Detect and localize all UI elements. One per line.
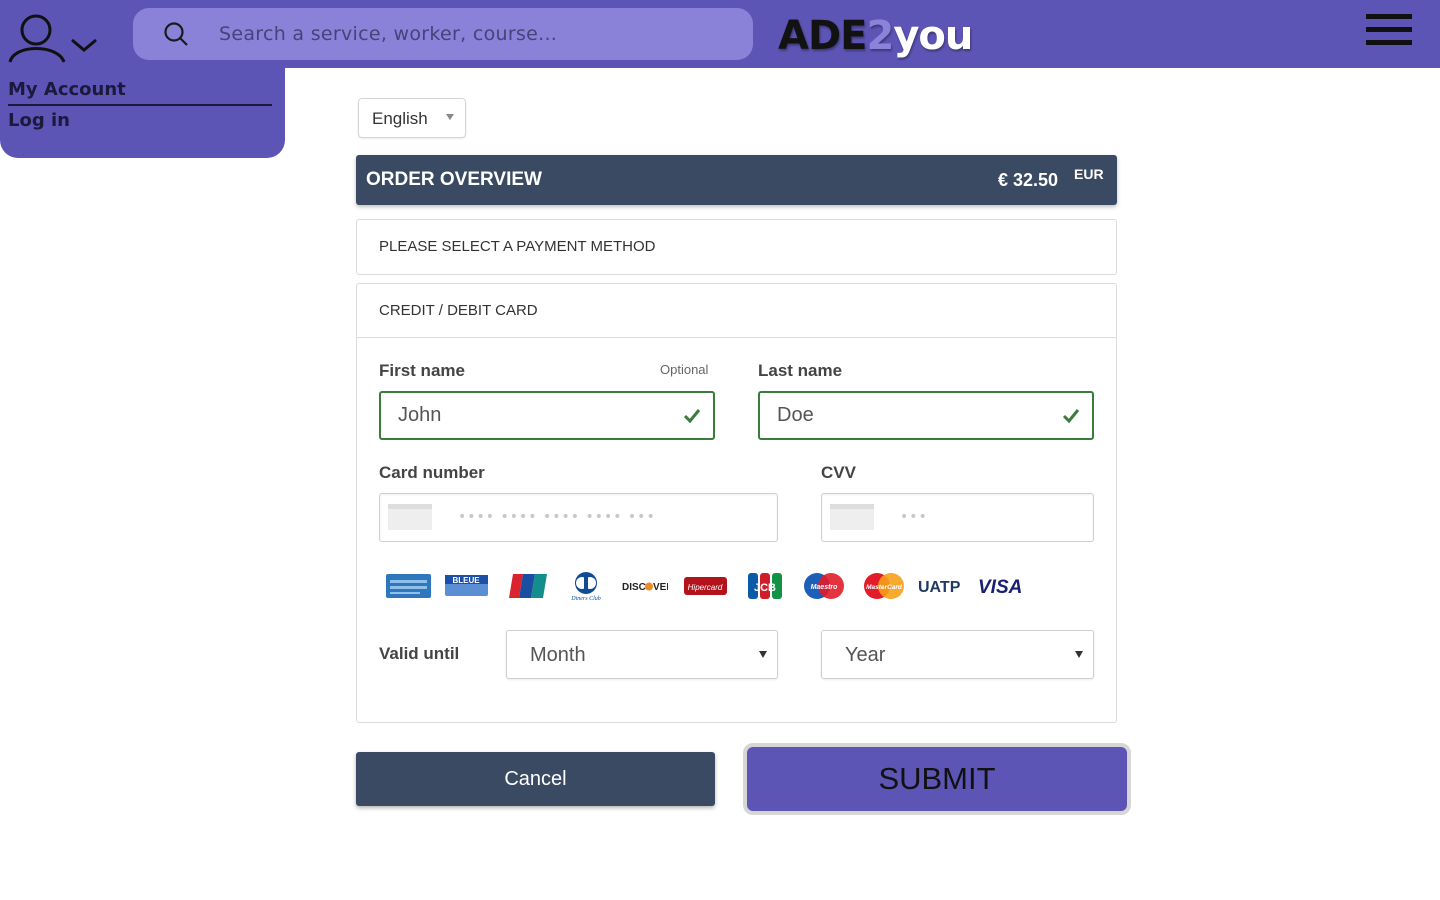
card-panel-title: CREDIT / DEBIT CARD bbox=[379, 302, 538, 319]
svg-text:Hipercard: Hipercard bbox=[688, 583, 723, 592]
order-currency: EUR bbox=[1074, 166, 1104, 182]
cvv-placeholder: ••• bbox=[900, 509, 928, 525]
account-dropdown: My Account Log in bbox=[0, 68, 285, 158]
search-icon[interactable] bbox=[163, 21, 189, 47]
year-select[interactable]: Year bbox=[821, 630, 1094, 679]
menu-divider bbox=[8, 104, 272, 106]
cancel-button[interactable]: Cancel bbox=[356, 752, 715, 806]
unionpay-icon bbox=[509, 574, 547, 598]
card-number-label: Card number bbox=[379, 463, 485, 482]
search-input[interactable] bbox=[219, 18, 719, 50]
user-icon bbox=[8, 14, 97, 63]
svg-text:UATP: UATP bbox=[918, 579, 961, 596]
svg-text:DISC: DISC bbox=[622, 582, 646, 593]
year-select-value: Year bbox=[845, 644, 886, 666]
cvv-label: CVV bbox=[821, 463, 856, 482]
site-logo[interactable]: ADE2you bbox=[778, 10, 973, 62]
diners-club-icon: Diners Club bbox=[570, 572, 601, 602]
visa-icon: VISA bbox=[978, 577, 1022, 598]
svg-text:JCB: JCB bbox=[754, 582, 776, 594]
dropdown-arrow-icon bbox=[1075, 651, 1083, 658]
menu-item-my-account[interactable]: My Account bbox=[8, 79, 126, 100]
valid-until-label: Valid until bbox=[379, 644, 460, 663]
payment-method-prompt-text: PLEASE SELECT A PAYMENT METHOD bbox=[379, 238, 656, 255]
payment-method-prompt[interactable]: PLEASE SELECT A PAYMENT METHOD bbox=[356, 219, 1117, 275]
svg-text:VER: VER bbox=[653, 582, 668, 593]
svg-text:MasterCard: MasterCard bbox=[866, 584, 903, 591]
search-bar bbox=[133, 8, 753, 60]
first-name-field[interactable] bbox=[379, 391, 715, 440]
logo-part-you: you bbox=[893, 13, 973, 59]
order-amount: € 32.50 bbox=[998, 170, 1059, 190]
cvv-field[interactable]: ••• bbox=[821, 493, 1094, 542]
chevron-down-icon bbox=[71, 38, 97, 52]
card-number-placeholder: •••• •••• •••• •••• ••• bbox=[458, 509, 656, 525]
order-overview-bar: ORDER OVERVIEW € 32.50 EUR bbox=[356, 155, 1117, 205]
svg-text:BLEUE: BLEUE bbox=[452, 576, 480, 585]
last-name-label: Last name bbox=[758, 361, 843, 380]
card-icon bbox=[388, 504, 432, 530]
month-select[interactable]: Month bbox=[506, 630, 778, 679]
svg-text:Diners Club: Diners Club bbox=[570, 596, 601, 602]
first-name-input[interactable] bbox=[398, 404, 658, 427]
last-name-field[interactable] bbox=[758, 391, 1094, 440]
card-panel-header[interactable]: CREDIT / DEBIT CARD bbox=[357, 284, 1116, 338]
month-select-value: Month bbox=[530, 644, 586, 666]
jcb-icon: JCB bbox=[748, 573, 782, 599]
logo-part-2: 2 bbox=[866, 13, 894, 59]
mastercard-icon: MasterCard bbox=[864, 573, 904, 599]
discover-icon: DISC VER bbox=[622, 582, 668, 593]
dropdown-arrow-icon bbox=[759, 651, 767, 658]
logo-part-ade: ADE bbox=[778, 13, 867, 59]
checkmark-icon bbox=[683, 409, 701, 424]
svg-text:VISA: VISA bbox=[978, 577, 1022, 598]
first-name-optional: Optional bbox=[660, 362, 709, 377]
bleue-icon: BLEUE bbox=[445, 575, 488, 596]
first-name-label: First name bbox=[379, 361, 465, 380]
language-select[interactable]: English bbox=[358, 98, 466, 138]
svg-text:Maestro: Maestro bbox=[811, 584, 839, 591]
submit-button[interactable]: SUBMIT bbox=[743, 743, 1131, 815]
hamburger-menu-icon[interactable] bbox=[1366, 14, 1412, 48]
last-name-input[interactable] bbox=[777, 404, 1037, 427]
top-bar: ADE2you bbox=[0, 0, 1440, 68]
checkmark-icon bbox=[1062, 409, 1080, 424]
dropdown-arrow-icon bbox=[446, 114, 454, 120]
language-value: English bbox=[372, 109, 428, 128]
user-menu-button[interactable] bbox=[6, 12, 102, 66]
hipercard-icon: Hipercard bbox=[684, 577, 727, 595]
amex-icon bbox=[386, 574, 431, 598]
order-overview-title: ORDER OVERVIEW bbox=[366, 169, 542, 190]
card-icon bbox=[830, 504, 874, 530]
menu-item-log-in[interactable]: Log in bbox=[8, 110, 70, 131]
uatp-icon: UATP bbox=[918, 579, 961, 596]
maestro-icon: Maestro bbox=[804, 573, 844, 599]
card-number-field[interactable]: •••• •••• •••• •••• ••• bbox=[379, 493, 778, 542]
